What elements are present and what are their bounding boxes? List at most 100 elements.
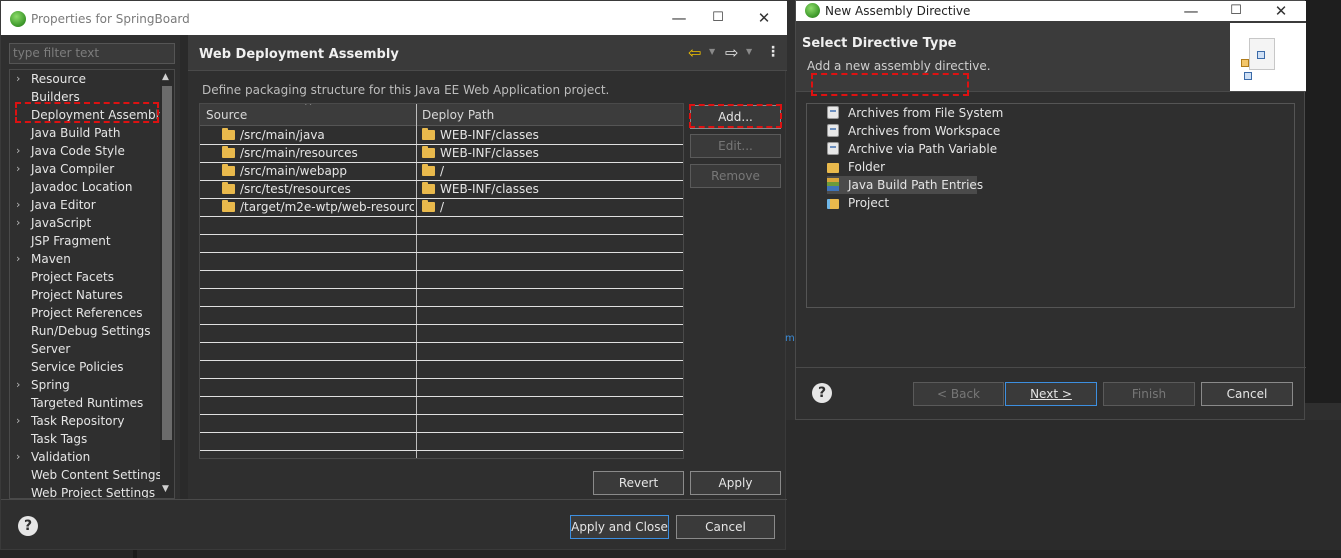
table-row[interactable]: /src/main/java WEB-INF/classes [200,127,683,145]
chevron-right-icon[interactable]: › [16,142,26,160]
scroll-up-icon[interactable]: ▲ [162,72,172,82]
finish-button[interactable]: Finish [1103,382,1195,406]
assembly-table: Source ^ Deploy Path /src/main/java WEB-I… [199,103,684,459]
column-header-source[interactable]: Source [206,108,247,122]
minimize-icon[interactable]: — [1176,0,1206,22]
ide-editor-area [1305,0,1341,403]
table-row[interactable]: /src/main/resources WEB-INF/classes [200,145,683,163]
tree-item[interactable]: Server [10,340,158,358]
close-icon[interactable]: ✕ [1266,0,1296,22]
directive-type-label: Archives from Workspace [848,124,1001,138]
tree-item-label: Web Content Settings [31,468,162,482]
tree-item[interactable]: › Spring [10,376,158,394]
folder-icon [222,146,235,158]
table-row [200,253,683,271]
chevron-down-icon[interactable]: ▼ [746,47,752,56]
tree-item[interactable]: › Task Repository [10,412,158,430]
tree-item[interactable]: Run/Debug Settings [10,322,158,340]
table-row[interactable]: /src/test/resources WEB-INF/classes [200,181,683,199]
tree-item-label: JSP Fragment [31,234,111,248]
tree-item[interactable]: Task Tags [10,430,158,448]
tree-item[interactable]: Javadoc Location [10,178,158,196]
background-text-fragment: ma [785,333,801,344]
minimize-icon[interactable]: — [664,7,694,29]
apply-button[interactable]: Apply [690,471,781,495]
table-row [200,235,683,253]
deploy-path-text: WEB-INF/classes [440,128,539,142]
tree-item[interactable]: Project References [10,304,158,322]
column-header-deploy-path[interactable]: Deploy Path [422,108,494,122]
directive-type-item[interactable]: Java Build Path Entries [827,176,983,194]
tree-scroll-thumb[interactable] [162,86,172,440]
maximize-icon[interactable]: ☐ [703,7,733,29]
folder-icon [222,182,235,194]
view-menu-icon[interactable]: ⋮ [766,44,780,60]
directive-type-item[interactable]: Archives from File System [827,104,1027,122]
tree-item[interactable]: › JavaScript [10,214,158,232]
deploy-path-text: / [440,200,445,214]
tree-item[interactable]: Web Content Settings [10,466,162,484]
source-cell: /src/main/webapp [222,163,414,181]
back-arrow-icon[interactable]: ⇦ [688,43,701,62]
wizard-cancel-button[interactable]: Cancel [1201,382,1293,406]
remove-button[interactable]: Remove [690,164,781,188]
close-icon[interactable]: ✕ [749,7,779,29]
tree-item[interactable]: Java Build Path [10,124,158,142]
chevron-right-icon[interactable]: › [16,412,26,430]
folder-icon [422,182,435,194]
chevron-right-icon[interactable]: › [16,214,26,232]
filter-input[interactable]: type filter text [9,43,175,64]
tree-item-label: Java Compiler [31,162,115,176]
tree-item[interactable]: › Resource [10,70,158,88]
chevron-right-icon[interactable]: › [16,250,26,268]
help-icon[interactable]: ? [812,383,832,403]
structure-node-icon [1257,51,1265,59]
directive-type-item[interactable]: Archive via Path Variable [827,140,1027,158]
back-button[interactable]: < Back [913,382,1004,406]
tree-item[interactable]: › Java Code Style [10,142,158,160]
next-button[interactable]: Next > [1005,382,1097,406]
wizard-titlebar: New Assembly Directive — ☐ ✕ [796,1,1306,21]
ide-lower-area [786,420,1341,558]
table-row[interactable]: /target/m2e-wtp/web-resources / [200,199,683,217]
tree-item[interactable]: › Java Compiler [10,160,158,178]
directive-type-item[interactable]: Project [827,194,1027,212]
maximize-icon[interactable]: ☐ [1221,0,1251,22]
directive-type-label: Folder [848,160,886,174]
chevron-right-icon[interactable]: › [16,70,26,88]
table-row[interactable]: /src/main/webapp / [200,163,683,181]
folder-icon [827,163,839,173]
tree-item[interactable]: Project Natures [10,286,158,304]
spring-logo-icon [10,11,26,27]
directive-type-item[interactable]: Archives from Workspace [827,122,1027,140]
source-cell: /src/main/java [222,127,414,145]
page-description: Define packaging structure for this Java… [202,83,610,97]
apply-and-close-button[interactable]: Apply and Close [570,515,669,539]
tree-item[interactable]: Targeted Runtimes [10,394,158,412]
archive-icon [827,106,839,119]
revert-button[interactable]: Revert [593,471,684,495]
chevron-right-icon[interactable]: › [16,376,26,394]
wizard-title: New Assembly Directive [825,4,971,18]
chevron-right-icon[interactable]: › [16,448,26,466]
tree-item[interactable]: › Validation [10,448,158,466]
chevron-right-icon[interactable]: › [16,160,26,178]
chevron-down-icon[interactable]: ▼ [709,47,715,56]
chevron-right-icon[interactable]: › [16,196,26,214]
tree-item-label: Java Editor [31,198,96,212]
forward-arrow-icon[interactable]: ⇨ [725,43,738,62]
edit-button[interactable]: Edit... [690,134,781,158]
tree-item[interactable]: › Java Editor [10,196,158,214]
tree-item[interactable]: Service Policies [10,358,158,376]
cancel-button[interactable]: Cancel [676,515,775,539]
library-icon [827,178,839,191]
tree-item[interactable]: Project Facets [10,268,158,286]
tree-item[interactable]: Web Project Settings [10,484,158,498]
tree-item[interactable]: JSP Fragment [10,232,158,250]
directive-type-item[interactable]: Folder [827,158,1027,176]
scroll-down-icon[interactable]: ▼ [162,484,172,494]
tree-item[interactable]: › Maven [10,250,158,268]
sash-divider[interactable] [180,35,188,499]
help-icon[interactable]: ? [18,516,38,536]
archive-icon [827,124,839,137]
